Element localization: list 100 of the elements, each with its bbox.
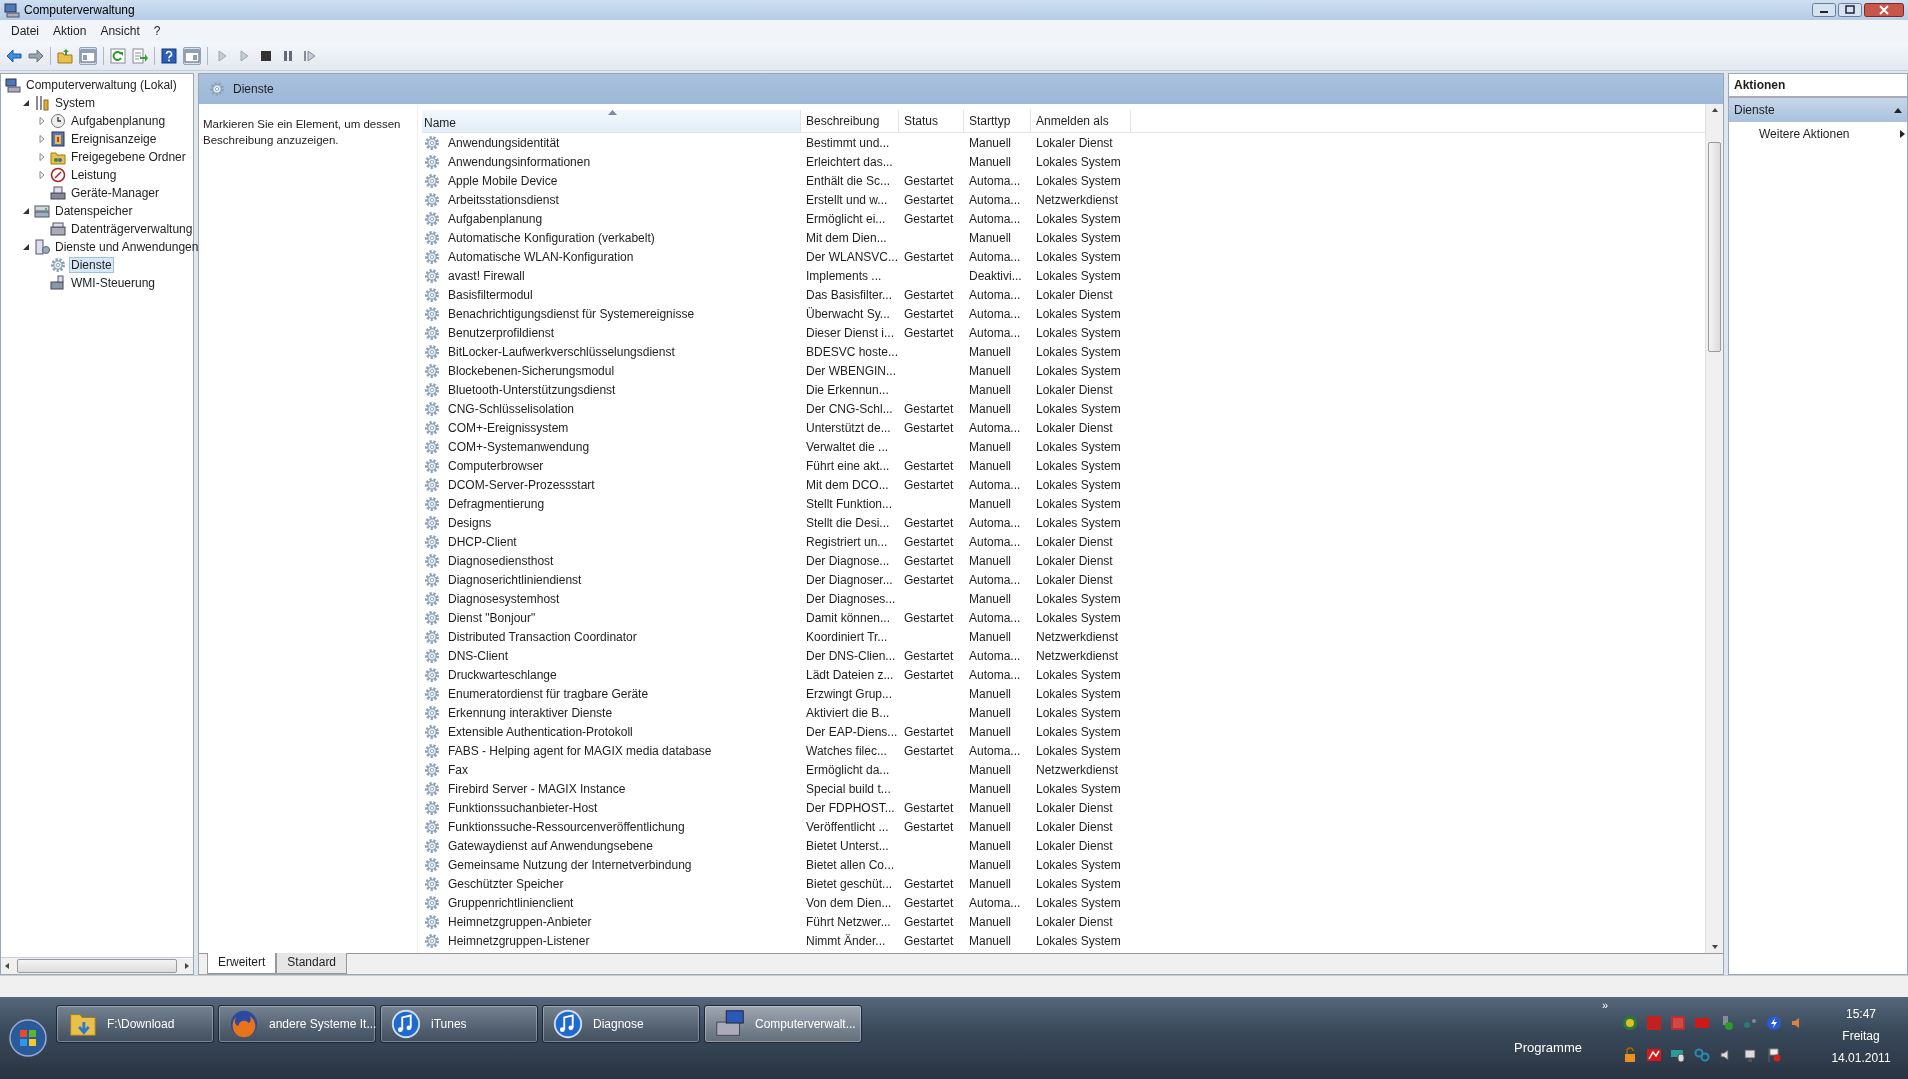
service-name[interactable]: Basisfiltermodul [443,287,538,302]
service-name[interactable]: Anwendungsinformationen [443,154,596,169]
column-header[interactable]: Starttyp [964,110,1031,132]
service-name[interactable]: Defragmentierung [443,496,550,511]
tree-item[interactable]: Computerverwaltung (Lokal) [24,78,179,92]
service-name[interactable]: BitLocker-Laufwerkverschlüsselungsdienst [443,344,680,359]
service-name[interactable]: Computerbrowser [443,458,549,473]
service-name[interactable]: Diagnoserichtliniendienst [443,572,587,587]
service-name[interactable]: Dienst "Bonjour" [443,610,541,625]
taskbar-button[interactable]: F:\Download [56,1005,214,1043]
service-name[interactable]: Arbeitsstationsdienst [443,192,564,207]
taskbar-button[interactable]: Diagnose [542,1005,700,1043]
service-name[interactable]: Distributed Transaction Coordinator [443,629,642,644]
expand-arrow-icon[interactable] [37,170,47,180]
clock-time[interactable]: 15:47 [1846,1007,1876,1021]
service-name[interactable]: Anwendungsidentität [443,135,565,150]
action-pane-icon[interactable] [184,48,200,64]
export-icon[interactable] [132,48,148,64]
vertical-scrollbar[interactable] [1705,104,1723,953]
column-header[interactable]: Status [899,110,964,132]
close-icon[interactable] [1864,3,1904,17]
service-name[interactable]: COM+-Systemanwendung [443,439,595,454]
service-name[interactable]: Firebird Server - MAGIX Instance [443,781,631,796]
service-name[interactable]: Diagnosediensthost [443,553,559,568]
service-name[interactable]: Extensible Authentication-Protokoll [443,724,638,739]
show-tree-icon[interactable] [80,48,96,64]
globe-icon[interactable] [1622,1015,1638,1031]
tree-item[interactable]: Datenspeicher [53,204,135,218]
tree-item[interactable]: System [53,96,97,110]
taskbar-button[interactable]: iTunes [380,1005,538,1043]
menu-item[interactable]: ? [146,22,168,40]
tree-item[interactable]: Freigegebene Ordner [69,150,188,164]
service-name[interactable]: COM+-Ereignissystem [443,420,574,435]
service-name[interactable]: FABS - Helping agent for MAGIX media database [443,743,717,758]
service-name[interactable]: Enumeratordienst für tragbare Geräte [443,686,654,701]
view-tab[interactable]: Standard [276,953,348,974]
service-name[interactable]: Automatische Konfiguration (verkabelt) [443,230,660,245]
service-name[interactable]: Fax [443,762,473,777]
action-label[interactable]: Weitere Aktionen [1759,127,1850,141]
horizontal-scrollbar[interactable] [1,957,193,974]
service-name[interactable]: Automatische WLAN-Konfiguration [443,249,639,264]
collapse-arrow-icon[interactable] [21,242,31,252]
taskbar-button[interactable]: andere Systeme It... [218,1005,376,1043]
tree-item[interactable]: Geräte-Manager [69,186,162,200]
menu-item[interactable]: Aktion [46,22,94,40]
expand-arrow-icon[interactable] [37,116,47,126]
minimize-icon[interactable] [1812,3,1836,17]
service-name[interactable]: Druckwarteschlange [443,667,562,682]
tree-item[interactable]: Dienste und Anwendungen [53,240,201,254]
folder-up-icon[interactable] [57,48,73,64]
tree-item[interactable]: WMI-Steuerung [69,276,158,290]
flag-icon[interactable] [1766,1047,1782,1063]
service-name[interactable]: Aufgabenplanung [443,211,548,226]
back-icon[interactable] [6,48,22,64]
column-header[interactable]: Name [422,110,801,132]
tree-item[interactable]: Leistung [69,168,119,182]
lock-icon[interactable] [1622,1047,1638,1063]
app-icon[interactable] [1646,1047,1662,1063]
service-name[interactable]: Gatewaydienst auf Anwendungsebene [443,838,658,853]
service-name[interactable]: Heimnetzgruppen-Anbieter [443,914,597,929]
tree-item[interactable]: Aufgabenplanung [69,114,168,128]
service-name[interactable]: Funktionssuchanbieter-Host [443,800,603,815]
service-name[interactable]: Diagnosesystemhost [443,591,565,606]
scrollbar-thumb[interactable] [1708,142,1721,352]
bolt-icon[interactable] [1766,1015,1782,1031]
service-name[interactable]: DHCP-Client [443,534,522,549]
service-name[interactable]: DCOM-Server-Prozessstart [443,477,600,492]
expand-arrow-icon[interactable] [37,134,47,144]
service-name[interactable]: Erkennung interaktiver Dienste [443,705,618,720]
keyboard-icon[interactable] [1670,1047,1686,1063]
restart-icon[interactable] [302,48,318,64]
menu-item[interactable]: Datei [4,22,46,40]
expand-arrow-icon[interactable] [37,152,47,162]
service-name[interactable]: Designs [443,515,497,530]
service-name[interactable]: CNG-Schlüsselisolation [443,401,580,416]
service-name[interactable]: Bluetooth-Unterstützungsdienst [443,382,621,397]
column-header[interactable]: Beschreibung [801,110,899,132]
start-orb-icon[interactable] [9,1019,47,1057]
programs-label[interactable]: Programme [1514,1039,1582,1055]
service-name[interactable]: Apple Mobile Device [443,173,563,188]
column-header[interactable]: Anmelden als [1031,110,1131,132]
service-name[interactable]: Geschützter Speicher [443,876,569,891]
service-name[interactable]: Gruppenrichtlinienclient [443,895,579,910]
tree-item[interactable]: Dienste [69,257,114,273]
action-item[interactable]: Weitere Aktionen [1729,122,1907,146]
service-name[interactable]: Benutzerprofildienst [443,325,560,340]
service-name[interactable]: Blockebenen-Sicherungsmodul [443,363,620,378]
collapse-icon[interactable] [1894,107,1902,113]
overflow-chevron[interactable]: » [1602,999,1609,1011]
service-name[interactable]: avast! Firewall [443,268,530,283]
service-name[interactable]: Benachrichtigungsdienst für Systemereignisse [443,306,700,321]
clock-date[interactable]: 14.01.2011 [1831,1051,1891,1065]
service-name[interactable]: Gemeinsame Nutzung der Internetverbindung [443,857,697,872]
service-name[interactable]: Heimnetzgruppen-Listener [443,933,595,948]
menu-item[interactable]: Ansicht [93,22,147,40]
link-icon[interactable] [1694,1047,1710,1063]
refresh-icon[interactable] [110,48,126,64]
forward-icon[interactable] [28,48,44,64]
actions-section[interactable]: Dienste [1729,98,1907,122]
clock-day[interactable]: Freitag [1842,1029,1880,1043]
